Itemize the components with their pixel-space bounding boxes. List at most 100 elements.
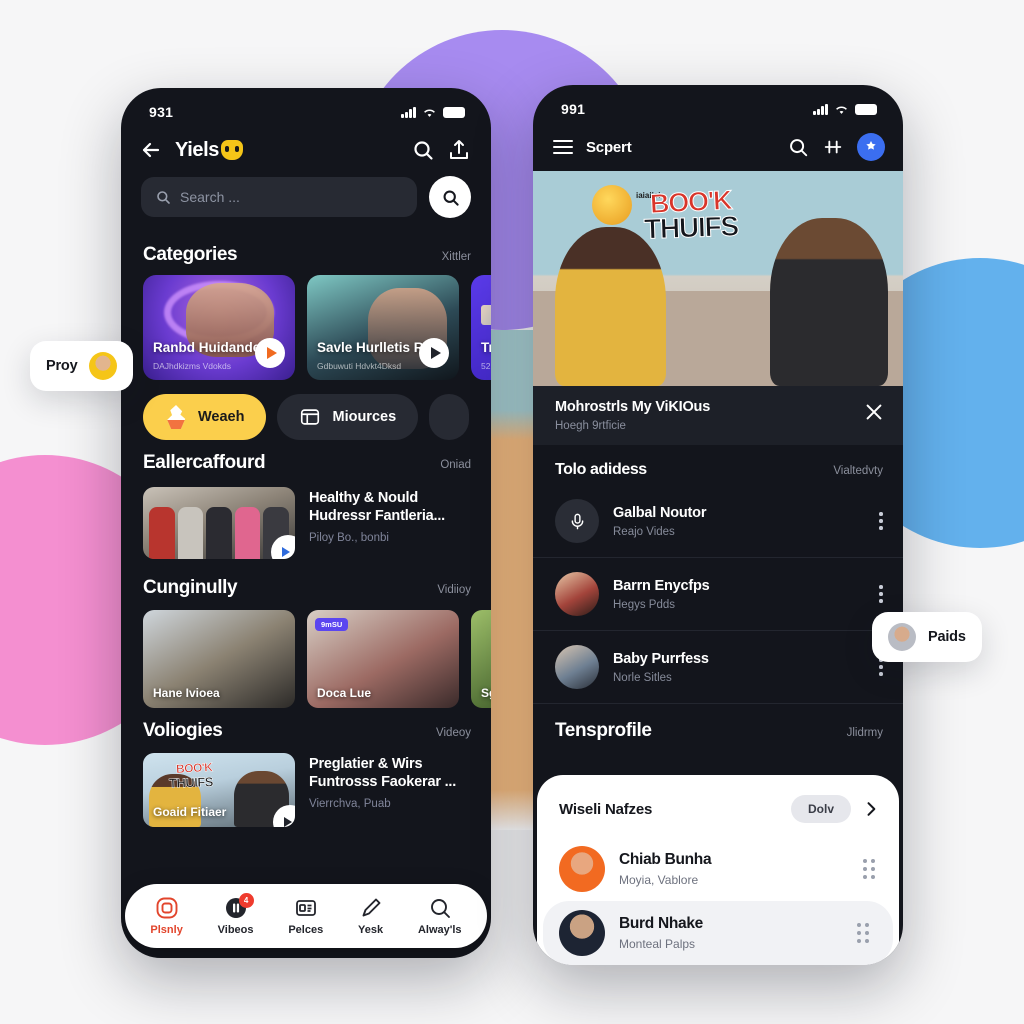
sheet-row[interactable]: Chiab Bunha Moyia, Vablore: [537, 837, 899, 901]
sheet-pill-button[interactable]: Dolv: [790, 795, 851, 823]
video-tile[interactable]: Hane Ivioea: [143, 610, 295, 708]
section-more-link[interactable]: Jlidrmy: [847, 727, 883, 739]
floating-chip-label: Proy: [46, 358, 78, 374]
signal-bars-icon: [813, 103, 828, 115]
category-card-subtitle: 52ivts: [481, 361, 491, 371]
brand-text: Yiels: [175, 138, 219, 161]
close-icon[interactable]: [863, 401, 885, 423]
list-item-text: Barrn Enycfps Hegys Pdds: [613, 578, 867, 611]
featured-text: Healthy & Nould Hudressr Fantleria... Pi…: [309, 487, 471, 544]
search-icon: [155, 189, 171, 205]
sheet-row[interactable]: Burd Nhake Monteal Palps: [543, 901, 893, 965]
sheet-row-text: Burd Nhake Monteal Palps: [619, 915, 843, 951]
floating-chip-proy[interactable]: Proy: [30, 341, 134, 391]
tile-label: Sg: [481, 686, 491, 700]
featured-thumbnail: [143, 487, 295, 559]
section-more-link[interactable]: Vidiioy: [437, 584, 471, 596]
search-submit-button[interactable]: [429, 176, 471, 218]
sheet-row-meta: Monteal Palps: [619, 937, 696, 951]
avatar: [888, 623, 916, 651]
nav-item-vibeos[interactable]: 4 Vibeos: [217, 893, 254, 936]
search-icon[interactable]: [411, 138, 435, 162]
featured-list-item[interactable]: Healthy & Nould Hudressr Fantleria... Pi…: [121, 483, 491, 565]
now-playing-bar: Mohrostrls My ViKIOus Hoegh 9rtficie: [533, 386, 903, 445]
list-item-name: Galbal Noutor: [613, 504, 707, 521]
tile-carousel[interactable]: Hane Ivioea 9mSU Doca Lue Sg: [121, 608, 491, 708]
group-photo-decor: [149, 507, 289, 559]
category-card-subtitle: DAJhdkizms Vdokds: [153, 361, 231, 371]
section-more-link[interactable]: Vialtedvty: [833, 465, 883, 477]
mic-glyph-icon: [568, 512, 587, 531]
chip-label: Miources: [332, 409, 397, 425]
user-badge-icon[interactable]: [857, 133, 885, 161]
arrow-left-icon[interactable]: [139, 138, 163, 162]
play-icon[interactable]: [419, 338, 449, 368]
list-item-meta: Reajo Vides: [613, 525, 675, 538]
window-icon: [299, 406, 321, 428]
category-card-carousel[interactable]: Ranbd Huidander DAJhdkizms Vdokds Savle …: [121, 275, 491, 380]
section-header-eallercaffourd: Eallercaffourd Oniad: [121, 440, 491, 483]
list-item[interactable]: Barrn Enycfps Hegys Pdds: [533, 558, 903, 631]
hero-banner[interactable]: iaiaiiei BOO'K THUIFS: [533, 171, 903, 386]
nav-item-always[interactable]: Alway'ls: [418, 896, 462, 936]
upload-icon[interactable]: [447, 138, 471, 162]
hamburger-menu-icon[interactable]: [553, 140, 573, 154]
category-card[interactable]: Tris Mt 52ivts: [471, 275, 491, 380]
nav-label: Plsnly: [150, 924, 183, 936]
chevron-right-icon[interactable]: [861, 799, 881, 819]
voliogies-text: Preglatier & Wirs Funtrosss Faokerar ...…: [309, 753, 471, 810]
list-item[interactable]: Galbal Noutor Reajo Vides: [533, 485, 903, 558]
now-playing-subtitle: Hoegh 9rtficie: [555, 420, 626, 432]
avatar: [559, 846, 605, 892]
filter-chip-row[interactable]: Weaeh Miources: [121, 380, 491, 440]
list-item[interactable]: Baby Purrfess Norle Sitles: [533, 631, 903, 704]
section-title: Voliogies: [143, 720, 223, 741]
list-item-meta: Norle Sitles: [613, 671, 672, 684]
bottom-navigation-bar[interactable]: Plsnly 4 Vibeos Pelces Yesk Alway'ls: [125, 884, 487, 948]
list-item-name: Barrn Enycfps: [613, 577, 710, 594]
battery-icon: [855, 103, 877, 115]
flame-icon: [167, 405, 186, 429]
kebab-menu-icon[interactable]: [879, 585, 885, 603]
voliogies-list-item[interactable]: BOO'K THUIFS Goaid Fitiaer Preglatier & …: [121, 751, 491, 827]
nav-item-yesk[interactable]: Yesk: [358, 896, 383, 936]
section-header-tolo-adidess: Tolo adidess Vialtedvty: [533, 445, 903, 485]
drag-grip-icon[interactable]: [863, 859, 881, 879]
filter-cross-icon[interactable]: [822, 136, 844, 158]
sheet-row-name: Burd Nhake: [619, 915, 703, 932]
mask-logo-icon: [220, 140, 243, 160]
thumbnail-decor: [481, 305, 491, 325]
hero-logo: iaiaiiei BOO'K THUIFS: [636, 184, 739, 245]
nav-label: Vibeos: [217, 924, 254, 936]
video-tile[interactable]: 9mSU Doca Lue: [307, 610, 459, 708]
section-more-link[interactable]: Oniad: [440, 459, 471, 471]
search-input[interactable]: Search ...: [141, 177, 417, 217]
section-more-link[interactable]: Xittler: [442, 251, 471, 263]
video-tile[interactable]: Sg: [471, 610, 491, 708]
search-placeholder: Search ...: [180, 189, 240, 205]
filter-chip-miources[interactable]: Miources: [277, 394, 419, 440]
section-title: Eallercaffourd: [143, 452, 266, 473]
category-card[interactable]: Savle Hurlletis Rail Gdbuwuti Hdvkt4Dksd: [307, 275, 459, 380]
nav-item-plsnly[interactable]: Plsnly: [150, 896, 183, 936]
filter-chip-weaeh[interactable]: Weaeh: [143, 394, 267, 440]
section-header-tensprofile: Tensprofile Jlidrmy: [533, 704, 903, 748]
search-icon[interactable]: [787, 136, 809, 158]
hero-logo-line2: THUIFS: [643, 210, 739, 245]
tile-label: Doca Lue: [317, 686, 372, 700]
kebab-menu-icon[interactable]: [879, 512, 885, 530]
nav-label: Alway'ls: [417, 924, 462, 936]
pencil-icon: [359, 896, 383, 920]
drag-grip-icon[interactable]: [857, 923, 875, 943]
section-more-link[interactable]: Videoy: [436, 727, 471, 739]
app-title: Scpert: [586, 138, 632, 156]
filter-chip-overflow[interactable]: [429, 394, 470, 440]
category-card[interactable]: Ranbd Huidander DAJhdkizms Vdokds: [143, 275, 295, 380]
phone-mockup-right: 991 Scpert iaiaiiei BOO'K THUIFS Mohrost…: [533, 85, 903, 965]
pause-circle-icon: 4: [224, 893, 254, 920]
status-bar: 931: [121, 88, 491, 128]
category-card-title: Ranbd Huidander: [153, 340, 266, 356]
nav-item-pelces[interactable]: Pelces: [288, 896, 323, 936]
floating-chip-paids[interactable]: Paids: [872, 612, 982, 662]
play-icon[interactable]: [255, 338, 285, 368]
